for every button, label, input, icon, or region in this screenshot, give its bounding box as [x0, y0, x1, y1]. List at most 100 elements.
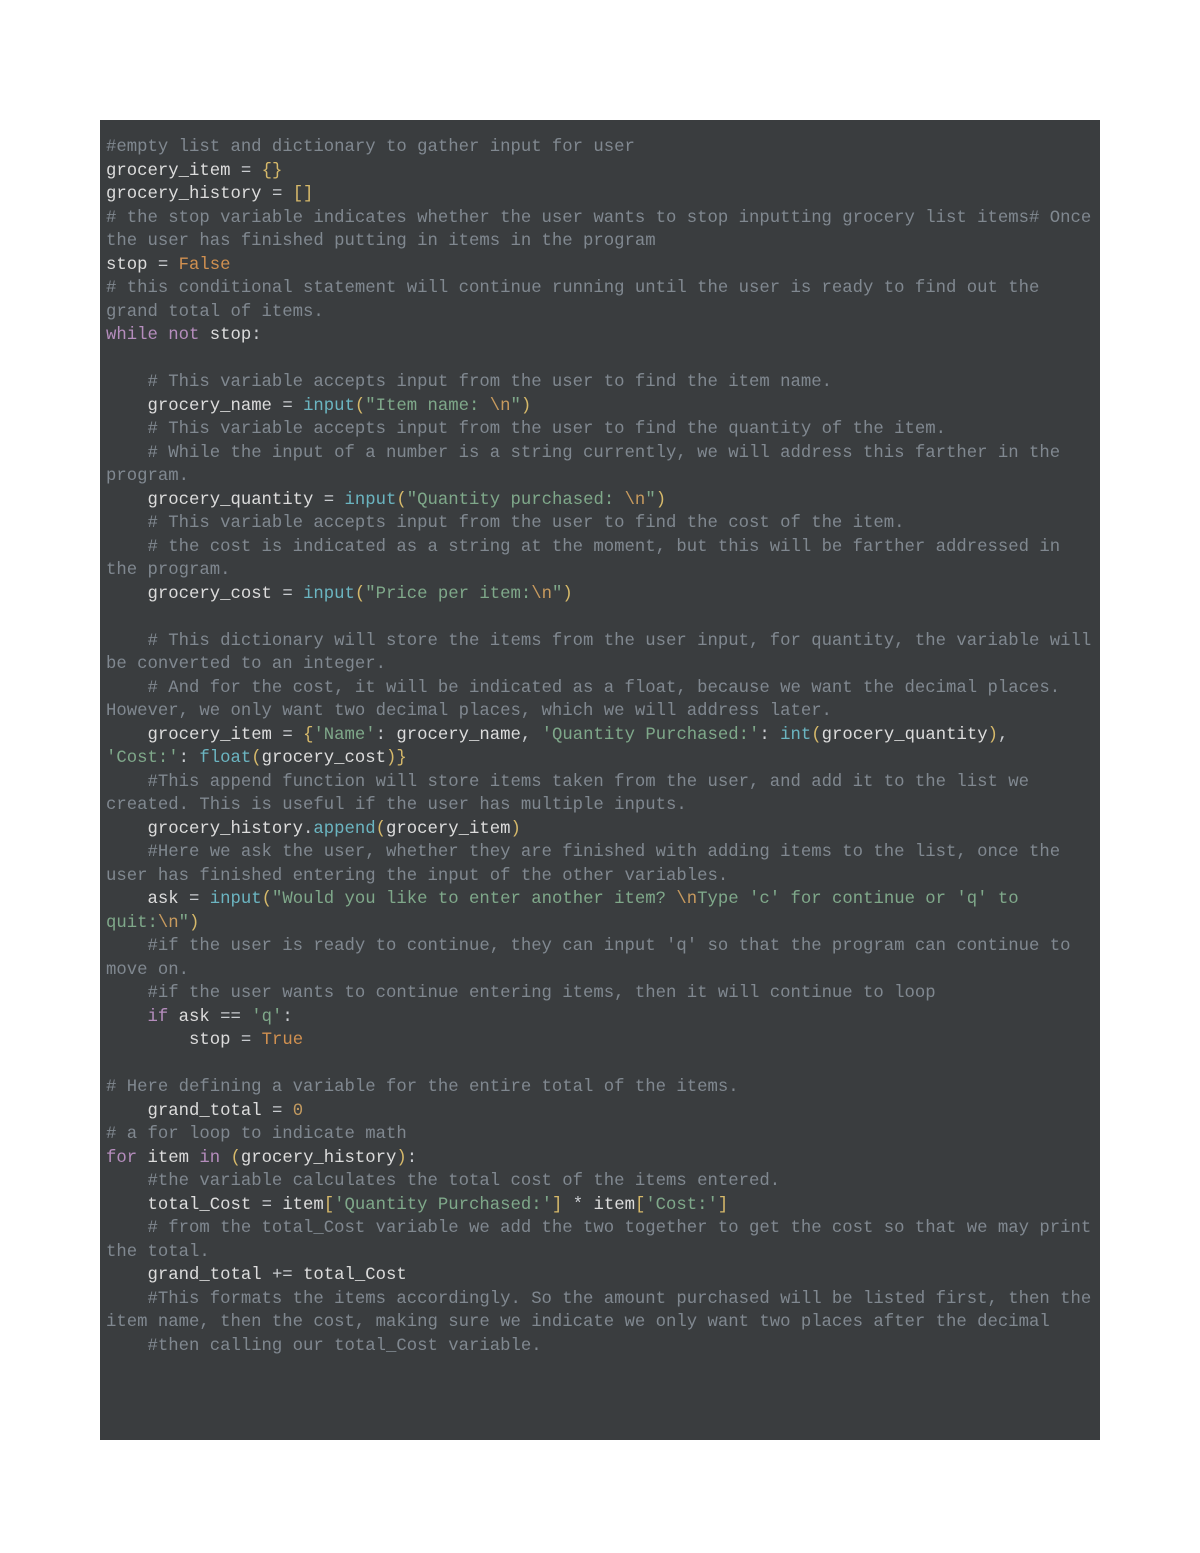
code-line: while not stop: [106, 324, 1094, 348]
identifier-token: grocery_name [396, 726, 520, 745]
identifier-token: stop [106, 256, 158, 275]
builtin-token: input [345, 491, 397, 510]
identifier-token: grocery_history [241, 1149, 397, 1168]
comment-token: #then calling our total_Cost variable. [147, 1337, 541, 1356]
identifier-token: ask [179, 1008, 220, 1027]
document-page: #empty list and dictionary to gather inp… [0, 0, 1200, 1553]
identifier-token: stop [210, 326, 251, 345]
escape-token: \n [158, 914, 179, 933]
escape-token: \n [531, 585, 552, 604]
paren-token: ) [562, 585, 572, 604]
string-token: "Item name: [365, 397, 489, 416]
bracket-token: ] [718, 1196, 728, 1215]
comment-token: # the cost is indicated as a string at t… [106, 538, 1070, 581]
operator-token: : [407, 1149, 417, 1168]
brace-token: } [396, 749, 406, 768]
string-token: 'Name' [313, 726, 375, 745]
keyword-token: in [199, 1149, 230, 1168]
bracket-token: ] [552, 1196, 562, 1215]
code-line: grand_total = 0 [106, 1100, 1094, 1124]
identifier-token: total_Cost [147, 1196, 261, 1215]
boolean-token: True [262, 1031, 303, 1050]
code-line: # This variable accepts input from the u… [106, 371, 1094, 395]
operator-token: : [282, 1008, 292, 1027]
comment-token: # Here defining a variable for the entir… [106, 1078, 739, 1097]
paren-token: ( [355, 585, 365, 604]
bracket-token: [] [293, 185, 314, 204]
operator-token: = [272, 1102, 293, 1121]
blank-line [106, 348, 1094, 372]
operator-token: . [303, 820, 313, 839]
paren-token: ) [656, 491, 666, 510]
identifier-token: grocery_cost [262, 749, 386, 768]
identifier-token: item [147, 1149, 199, 1168]
builtin-token: input [303, 397, 355, 416]
operator-token: = [272, 185, 293, 204]
bracket-token: [ [635, 1196, 645, 1215]
keyword-token: for [106, 1149, 147, 1168]
code-line: stop = True [106, 1029, 1094, 1053]
code-line: grocery_quantity = input("Quantity purch… [106, 489, 1094, 513]
code-line: #empty list and dictionary to gather inp… [106, 136, 1094, 160]
code-line: # a for loop to indicate math [106, 1123, 1094, 1147]
bracket-token: [ [324, 1196, 334, 1215]
comment-token: # This variable accepts input from the u… [147, 420, 946, 439]
comment-token: # This variable accepts input from the u… [147, 373, 831, 392]
string-token: " [179, 914, 189, 933]
builtin-token: float [199, 749, 251, 768]
blank-line [106, 1053, 1094, 1077]
operator-token: : [251, 326, 261, 345]
identifier-token: stop [189, 1031, 241, 1050]
method-token: append [313, 820, 375, 839]
number-token: 0 [293, 1102, 303, 1121]
code-line: # the cost is indicated as a string at t… [106, 536, 1094, 583]
boolean-token: False [179, 256, 231, 275]
code-line: #the variable calculates the total cost … [106, 1170, 1094, 1194]
code-line: #This append function will store items t… [106, 771, 1094, 818]
escape-token: \n [625, 491, 646, 510]
paren-token: ( [376, 820, 386, 839]
identifier-token: grocery_quantity [822, 726, 988, 745]
comment-token: # this conditional statement will contin… [106, 279, 1050, 322]
comment-token: #This append function will store items t… [106, 773, 1039, 816]
code-line: grocery_history.append(grocery_item) [106, 818, 1094, 842]
code-line: # And for the cost, it will be indicated… [106, 677, 1094, 724]
code-line: if ask == 'q': [106, 1006, 1094, 1030]
string-token: "Would you like to enter another item? [272, 890, 676, 909]
comment-token: #if the user is ready to continue, they … [106, 937, 1081, 980]
code-line: for item in (grocery_history): [106, 1147, 1094, 1171]
code-line: grocery_cost = input("Price per item:\n"… [106, 583, 1094, 607]
escape-token: \n [676, 890, 697, 909]
keyword-token: if [147, 1008, 178, 1027]
comment-token: # This dictionary will store the items f… [106, 632, 1100, 675]
operator-token: = [241, 1031, 262, 1050]
paren-token: ( [230, 1149, 240, 1168]
paren-token: ( [811, 726, 821, 745]
string-token: " [511, 397, 521, 416]
code-line: # from the total_Cost variable we add th… [106, 1217, 1094, 1264]
operator-token: = [282, 585, 303, 604]
comment-token: #Here we ask the user, whether they are … [106, 843, 1070, 886]
code-line: grocery_item = {'Name': grocery_name, 'Q… [106, 724, 1094, 771]
operator-token: = [241, 162, 262, 181]
paren-token: ( [355, 397, 365, 416]
code-line: grocery_item = {} [106, 160, 1094, 184]
string-token: " [552, 585, 562, 604]
code-line: #if the user is ready to continue, they … [106, 935, 1094, 982]
operator-token: , [998, 726, 1019, 745]
operator-token: = [282, 726, 303, 745]
comment-token: # While the input of a number is a strin… [106, 444, 1070, 487]
blank-line [106, 606, 1094, 630]
code-line: # Here defining a variable for the entir… [106, 1076, 1094, 1100]
paren-token: ) [510, 820, 520, 839]
comment-token: # the stop variable indicates whether th… [106, 209, 1100, 252]
brace-token: { [303, 726, 313, 745]
string-token: " [645, 491, 655, 510]
identifier-token: grocery_history [147, 820, 303, 839]
paren-token: ) [189, 914, 199, 933]
paren-token: ( [262, 890, 272, 909]
code-line: grand_total += total_Cost [106, 1264, 1094, 1288]
identifier-token: item [593, 1196, 634, 1215]
operator-token: = [282, 397, 303, 416]
operator-token: == [220, 1008, 251, 1027]
